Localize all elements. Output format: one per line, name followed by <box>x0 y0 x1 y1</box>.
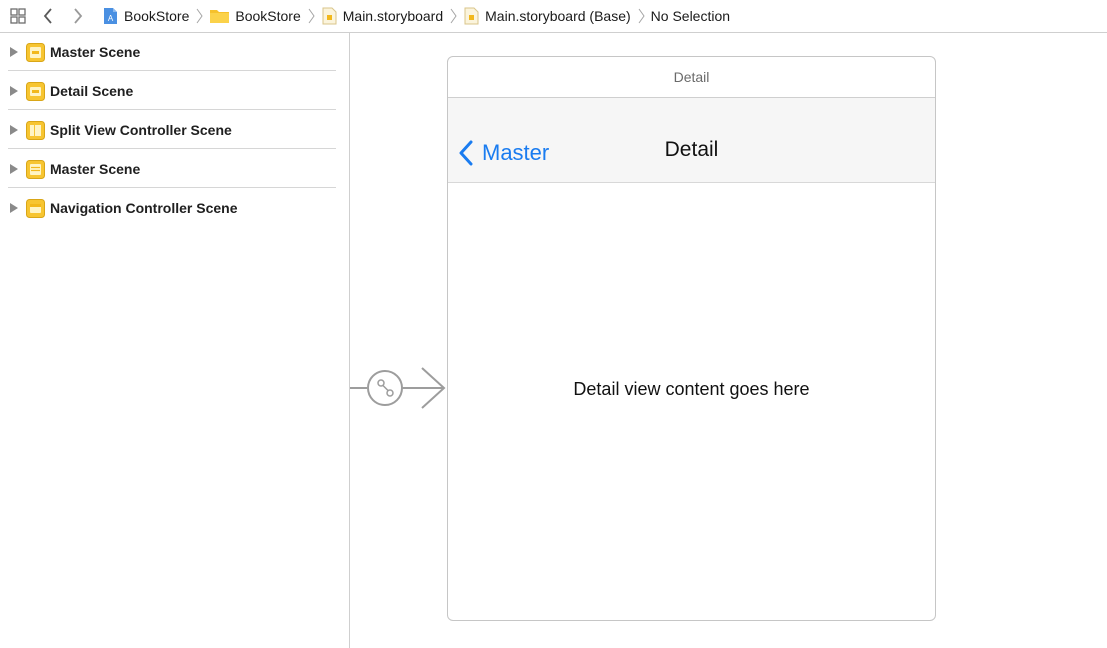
disclosure-triangle-icon[interactable] <box>10 86 18 96</box>
outline-item-split-view-controller-scene[interactable]: Split View Controller Scene <box>0 111 336 149</box>
outline-item-label: Detail Scene <box>50 83 134 99</box>
back-arrow-icon[interactable] <box>40 6 56 26</box>
detail-scene-view-controller[interactable]: Detail Master Detail Detail view content… <box>447 56 936 621</box>
row-divider <box>8 148 336 149</box>
outline-item-label: Split View Controller Scene <box>50 122 232 138</box>
breadcrumb-item-localization[interactable]: Main.storyboard (Base) <box>463 7 631 25</box>
breadcrumb-item-file[interactable]: Main.storyboard <box>321 7 443 25</box>
svg-text:A: A <box>108 14 114 23</box>
row-divider <box>8 109 336 110</box>
jump-bar: A BookStore BookStore Main.storyboard Ma… <box>0 0 1107 33</box>
navigation-bar[interactable]: Master Detail <box>448 98 935 183</box>
navigation-controller-icon <box>26 198 45 218</box>
outline-item-navigation-controller-scene[interactable]: Navigation Controller Scene <box>0 189 336 227</box>
breadcrumb-label: BookStore <box>124 8 190 24</box>
segue-arrow-icon[interactable] <box>350 358 450 418</box>
storyboard-file-icon <box>464 7 479 25</box>
row-divider <box>8 187 336 188</box>
breadcrumb-label: Main.storyboard (Base) <box>485 8 631 24</box>
disclosure-triangle-icon[interactable] <box>10 203 18 213</box>
breadcrumb-label: Main.storyboard <box>342 8 444 24</box>
table-view-controller-icon <box>26 159 45 179</box>
chevron-right-icon <box>450 8 457 24</box>
disclosure-triangle-icon[interactable] <box>10 164 18 174</box>
outline-item-label: Master Scene <box>50 161 141 177</box>
scene-title[interactable]: Detail <box>448 57 935 98</box>
row-divider <box>8 70 336 71</box>
breadcrumb-label: BookStore <box>235 8 301 24</box>
folder-icon <box>210 10 230 23</box>
breadcrumb-item-project[interactable]: A BookStore <box>102 7 189 25</box>
view-controller-icon <box>26 81 45 101</box>
chevron-right-icon <box>196 8 203 24</box>
forward-arrow-icon[interactable] <box>70 6 86 26</box>
outline-item-master-scene-2[interactable]: Master Scene <box>0 150 336 188</box>
disclosure-triangle-icon[interactable] <box>10 47 18 57</box>
breadcrumb-item-group[interactable]: BookStore <box>209 7 301 25</box>
project-icon: A <box>104 8 117 24</box>
disclosure-triangle-icon[interactable] <box>10 125 18 135</box>
outline-item-label: Navigation Controller Scene <box>50 200 238 216</box>
outline-item-master-scene[interactable]: Master Scene <box>0 33 336 71</box>
document-outline: Master Scene Detail Scene Split View Con… <box>0 33 350 648</box>
outline-item-label: Master Scene <box>50 44 141 60</box>
chevron-right-icon <box>638 8 645 24</box>
split-view-controller-icon <box>26 120 45 140</box>
storyboard-file-icon <box>322 7 337 25</box>
breadcrumb-label: No Selection <box>650 8 731 24</box>
table-view-controller-icon <box>26 42 45 62</box>
breadcrumb: A BookStore BookStore Main.storyboard Ma… <box>102 0 730 32</box>
chevron-right-icon <box>308 8 315 24</box>
detail-content-label[interactable]: Detail view content goes here <box>448 379 935 400</box>
grid-icon[interactable] <box>10 8 26 24</box>
storyboard-canvas[interactable]: Detail Master Detail Detail view content… <box>350 33 1107 648</box>
nav-title: Detail <box>664 138 719 161</box>
breadcrumb-item-selection[interactable]: No Selection <box>651 8 730 24</box>
outline-item-detail-scene[interactable]: Detail Scene <box>0 72 336 110</box>
